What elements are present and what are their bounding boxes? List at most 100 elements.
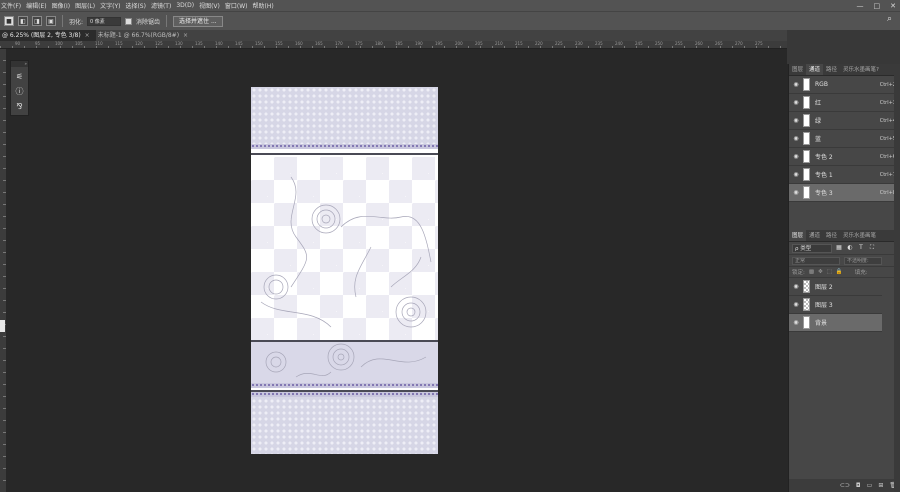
tab-label: 未标题-1 @ 66.7%(RGB/8#) — [97, 32, 180, 39]
lock-artboard-icon[interactable]: ⬚ — [827, 269, 832, 275]
adjustment-filter-icon[interactable]: ◐ — [846, 244, 854, 252]
menu-window[interactable]: 窗口(W) — [225, 1, 248, 10]
eye-icon[interactable]: ◉ — [791, 117, 801, 124]
subtract-selection-icon[interactable]: ◨ — [32, 16, 42, 26]
tab-layers[interactable]: 图层 — [789, 230, 807, 241]
new-selection-icon[interactable]: ■ — [4, 16, 14, 26]
eye-icon[interactable]: ◉ — [791, 301, 801, 308]
channel-row-blue[interactable]: ◉ 蓝 Ctrl+5 — [789, 130, 900, 148]
menu-layer[interactable]: 图层(L) — [75, 1, 95, 10]
add-selection-icon[interactable]: ◧ — [18, 16, 28, 26]
ruler-label: 185 — [395, 41, 403, 46]
minimize-icon[interactable]: — — [857, 2, 864, 10]
intersect-selection-icon[interactable]: ▣ — [46, 16, 56, 26]
image-filter-icon[interactable]: ▦ — [835, 244, 843, 252]
tab-document-2[interactable]: 未标题-1 @ 66.7%(RGB/8#) × — [96, 30, 194, 41]
eye-icon[interactable]: ◉ — [791, 319, 801, 326]
menu-help[interactable]: 帮助(H) — [253, 1, 274, 10]
channel-name: 红 — [815, 100, 822, 107]
channel-name: RGB — [815, 81, 828, 88]
ruler-label: 195 — [435, 41, 443, 46]
channel-name: 绿 — [815, 118, 822, 125]
menu-select[interactable]: 选择(S) — [125, 1, 146, 10]
blend-mode-select[interactable]: 正常 — [792, 256, 840, 265]
lock-pixels-icon[interactable]: ▩ — [809, 269, 814, 275]
layer-name: 图层 2 — [815, 284, 833, 291]
ruler-label: 180 — [375, 41, 383, 46]
eye-icon[interactable]: ◉ — [791, 99, 801, 106]
search-icon[interactable]: ⌕ — [887, 14, 897, 24]
menu-edit[interactable]: 编辑(E) — [26, 1, 46, 10]
close-icon[interactable]: ✕ — [890, 2, 896, 10]
document-tabs: @ 6.25% (图层 2, 专色 3/8) × 未标题-1 @ 66.7%(R… — [0, 30, 787, 41]
ruler-label: 275 — [755, 41, 763, 46]
options-bar: ■ ◧ ◨ ▣ 羽化: 0 像素 消除锯齿 选择并遮住 ... — [0, 11, 900, 30]
eye-icon[interactable]: ◉ — [791, 171, 801, 178]
tab-brushes[interactable]: 灵乐水墨画笔? — [840, 64, 882, 75]
eye-icon[interactable]: ◉ — [791, 153, 801, 160]
layer-filter-select[interactable]: ρ 类型 — [792, 243, 832, 253]
channel-name: 专色 3 — [815, 190, 833, 197]
select-and-mask-button[interactable]: 选择并遮住 ... — [173, 15, 223, 27]
menu-file[interactable]: 文件(F) — [1, 1, 21, 10]
layers-panel-tabs: 图层 通道 路径 灵乐水墨画笔 — [789, 230, 900, 242]
opacity-field[interactable]: 不透明度: — [844, 256, 882, 265]
eye-icon[interactable]: ◉ — [791, 81, 801, 88]
new-layer-icon[interactable]: ⊞ — [878, 482, 883, 489]
tab-label: @ 6.25% (图层 2, 专色 3/8) — [2, 32, 81, 39]
brush-settings-icon[interactable]: ⚟ — [14, 71, 25, 82]
type-filter-icon[interactable]: T — [857, 244, 865, 252]
feather-input[interactable]: 0 像素 — [87, 16, 122, 26]
ruler-label: 120 — [135, 41, 143, 46]
color-swatch[interactable] — [0, 320, 5, 332]
ruler-label: 105 — [75, 41, 83, 46]
ruler-label: 215 — [515, 41, 523, 46]
ruler-label: 170 — [335, 41, 343, 46]
ruler-label: 125 — [155, 41, 163, 46]
menu-view[interactable]: 视图(V) — [199, 1, 220, 10]
layer-row-2[interactable]: ◉ 图层 2 — [789, 278, 882, 296]
tab-paths[interactable]: 路径 — [823, 64, 840, 75]
menu-filter[interactable]: 滤镜(T) — [151, 1, 171, 10]
channel-row-spot-3[interactable]: ◉ 专色 3 Ctrl+8 — [789, 184, 900, 202]
tab-document-1[interactable]: @ 6.25% (图层 2, 专色 3/8) × — [0, 30, 96, 41]
eye-icon[interactable]: ◉ — [791, 283, 801, 290]
layer-row-background[interactable]: ◉ 背景 — [789, 314, 882, 332]
menu-3d[interactable]: 3D(D) — [176, 2, 194, 9]
tab-close-icon[interactable]: × — [85, 30, 90, 41]
menu-type[interactable]: 文字(Y) — [100, 1, 120, 10]
info-icon[interactable]: ⓘ — [14, 86, 25, 97]
eye-icon[interactable]: ◉ — [791, 189, 801, 196]
lock-position-icon[interactable]: ✥ — [818, 269, 823, 275]
channel-row-green[interactable]: ◉ 绿 Ctrl+4 — [789, 112, 900, 130]
character-icon[interactable]: ⅋ — [14, 101, 25, 112]
tab-channels[interactable]: 通道 — [806, 64, 824, 75]
menu-image[interactable]: 图像(I) — [52, 1, 70, 10]
layer-row-3[interactable]: ◉ 图层 3 — [789, 296, 882, 314]
channel-row-rgb[interactable]: ◉ RGB Ctrl+2 — [789, 76, 900, 94]
tab-close-icon[interactable]: × — [183, 30, 188, 41]
fill-label: 填充: — [854, 270, 868, 276]
new-group-icon[interactable]: ▭ — [867, 482, 873, 489]
channel-row-red[interactable]: ◉ 红 Ctrl+3 — [789, 94, 900, 112]
lock-bar: 锁定: ▩ ✥ ⬚ 🔒 填充: — [789, 267, 900, 278]
add-mask-icon[interactable]: ◘ — [856, 482, 861, 489]
panel-collapse-icon[interactable]: » — [11, 61, 28, 67]
tab-layers[interactable]: 图层 — [789, 64, 806, 75]
horizontal-ruler[interactable]: 90 95 100 105 110 115 120 125 130 135 140 145 150 155… — [0, 41, 787, 49]
channel-row-spot-1[interactable]: ◉ 专色 1 Ctrl+7 — [789, 166, 900, 184]
tab-brushes[interactable]: 灵乐水墨画笔 — [840, 230, 879, 241]
eye-icon[interactable]: ◉ — [791, 135, 801, 142]
maximize-icon[interactable]: □ — [874, 2, 881, 10]
antialias-checkbox[interactable] — [125, 17, 133, 25]
lock-all-icon[interactable]: 🔒 — [836, 269, 843, 275]
layer-name: 背景 — [815, 320, 828, 327]
tab-channels[interactable]: 通道 — [806, 230, 823, 241]
channel-row-spot-2[interactable]: ◉ 专色 2 Ctrl+6 — [789, 148, 900, 166]
tab-paths[interactable]: 路径 — [823, 230, 840, 241]
document-canvas[interactable] — [251, 87, 438, 454]
shape-filter-icon[interactable]: ⛶ — [868, 244, 876, 252]
link-layers-icon[interactable]: ⊂⊃ — [840, 482, 850, 489]
panel-side-strip — [894, 64, 900, 492]
ruler-label: 145 — [235, 41, 243, 46]
